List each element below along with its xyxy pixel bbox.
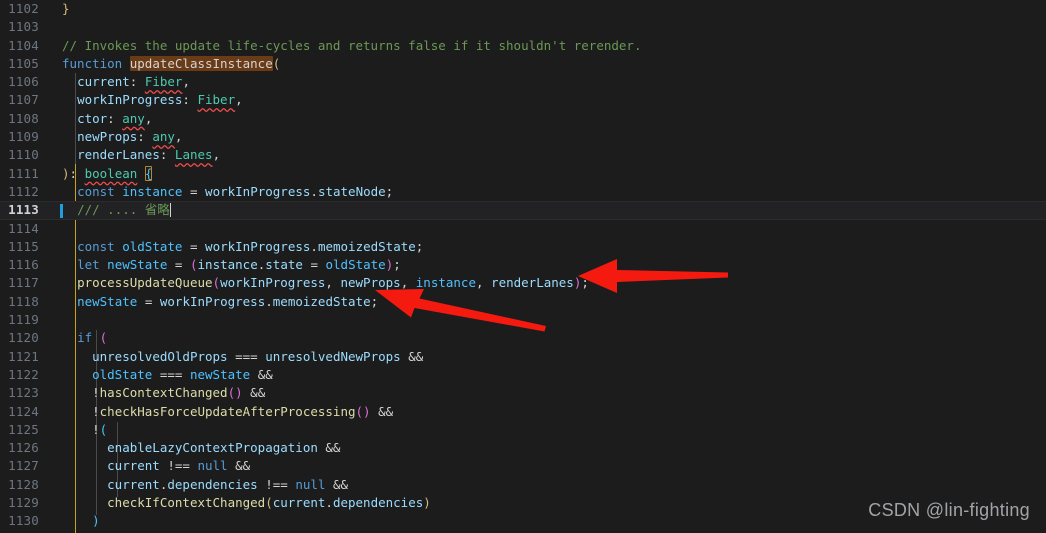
text-cursor	[169, 203, 172, 218]
line-content[interactable]: if (	[48, 329, 1046, 347]
code-line-1127[interactable]: 1127 current !== null &&	[0, 457, 1046, 475]
bracket-match: {	[144, 165, 153, 181]
line-content[interactable]: unresolvedOldProps === unresolvedNewProp…	[48, 348, 1046, 366]
code-line-1102[interactable]: 1102 }	[0, 0, 1046, 18]
code-line-1120[interactable]: 1120 if (	[0, 329, 1046, 347]
code-line-1111[interactable]: 1111 ): boolean {	[0, 165, 1046, 183]
line-content[interactable]: newState = workInProgress.memoizedState;	[48, 293, 1046, 311]
code-line-1106[interactable]: 1106 current: Fiber,	[0, 73, 1046, 91]
line-number: 1121	[8, 348, 39, 364]
line-number: 1114	[8, 220, 39, 236]
line-number: 1102	[8, 1, 39, 16]
line-content[interactable]: function updateClassInstance(	[48, 55, 1046, 73]
line-content[interactable]: const instance = workInProgress.stateNod…	[48, 183, 1046, 201]
code-line-1126[interactable]: 1126 enableLazyContextPropagation &&	[0, 439, 1046, 457]
code-line-1117[interactable]: 1117 processUpdateQueue(workInProgress, …	[0, 274, 1046, 292]
line-content[interactable]: workInProgress: Fiber,	[48, 91, 1046, 109]
line-number: 1117	[8, 275, 39, 291]
code-line-1113[interactable]: 1113 /// .... 省略	[0, 201, 1046, 220]
line-number: 1118	[8, 293, 39, 309]
code-line-1122[interactable]: 1122 oldState === newState &&	[0, 366, 1046, 384]
line-content[interactable]: oldState === newState &&	[48, 366, 1046, 384]
line-content[interactable]: current !== null &&	[48, 457, 1046, 475]
code-line-1107[interactable]: 1107 workInProgress: Fiber,	[0, 91, 1046, 109]
line-number: 1130	[8, 513, 39, 529]
line-content[interactable]: ): boolean {	[48, 165, 1046, 183]
line-content[interactable]: !hasContextChanged() &&	[48, 384, 1046, 402]
line-content[interactable]: // Invokes the update life-cycles and re…	[48, 37, 1046, 55]
line-number: 1129	[8, 495, 39, 511]
line-number: 1109	[8, 129, 39, 145]
line-number: 1107	[8, 92, 39, 108]
line-content[interactable]: processUpdateQueue(workInProgress, newPr…	[48, 274, 1046, 292]
line-number: 1111	[8, 165, 39, 181]
line-number: 1108	[8, 110, 39, 126]
line-number: 1115	[8, 238, 39, 254]
code-line-1104[interactable]: 1104 // Invokes the update life-cycles a…	[0, 37, 1046, 55]
highlighted-symbol[interactable]: updateClassInstance	[129, 55, 273, 71]
code-line-1116[interactable]: 1116 let newState = (instance.state = ol…	[0, 256, 1046, 274]
line-content[interactable]: }	[48, 0, 1046, 18]
code-line-1105[interactable]: 1105 function updateClassInstance(	[0, 55, 1046, 73]
line-number: 1124	[8, 403, 39, 419]
line-number: 1103	[8, 19, 39, 35]
code-line-1115[interactable]: 1115 const oldState = workInProgress.mem…	[0, 238, 1046, 256]
code-editor[interactable]: 1102 } 1103 1104 // Invokes the update l…	[0, 0, 1046, 533]
line-number: 1110	[8, 147, 39, 163]
code-line-1110[interactable]: 1110 renderLanes: Lanes,	[0, 146, 1046, 164]
watermark: CSDN @lin-fighting	[868, 500, 1030, 520]
line-number: 1105	[8, 55, 39, 71]
code-line-1112[interactable]: 1112 const instance = workInProgress.sta…	[0, 183, 1046, 201]
line-number: 1126	[8, 440, 39, 456]
code-line-1109[interactable]: 1109 newProps: any,	[0, 128, 1046, 146]
line-number: 1106	[8, 74, 39, 90]
line-content[interactable]: let newState = (instance.state = oldStat…	[48, 256, 1046, 274]
line-content[interactable]: !(	[48, 421, 1046, 439]
line-number: 1128	[8, 476, 39, 492]
line-number: 1104	[8, 37, 39, 53]
line-content[interactable]: !checkHasForceUpdateAfterProcessing() &&	[48, 403, 1046, 421]
screenshot-root: 1102 } 1103 1104 // Invokes the update l…	[0, 0, 1046, 533]
line-number: 1122	[8, 366, 39, 382]
line-number: 1123	[8, 385, 39, 401]
line-content[interactable]: current: Fiber,	[48, 73, 1046, 91]
line-content[interactable]: const oldState = workInProgress.memoized…	[48, 238, 1046, 256]
line-number: 1116	[8, 257, 39, 273]
code-line-1125[interactable]: 1125 !(	[0, 421, 1046, 439]
code-line-1124[interactable]: 1124 !checkHasForceUpdateAfterProcessing…	[0, 403, 1046, 421]
line-content[interactable]: renderLanes: Lanes,	[48, 146, 1046, 164]
code-line-1119[interactable]: 1119	[0, 311, 1046, 329]
code-line-1118[interactable]: 1118 newState = workInProgress.memoizedS…	[0, 293, 1046, 311]
code-line-1128[interactable]: 1128 current.dependencies !== null &&	[0, 476, 1046, 494]
line-number: 1112	[8, 183, 39, 199]
code-line-1123[interactable]: 1123 !hasContextChanged() &&	[0, 384, 1046, 402]
line-content[interactable]: current.dependencies !== null &&	[48, 476, 1046, 494]
line-number: 1113	[8, 202, 39, 218]
code-line-1121[interactable]: 1121 unresolvedOldProps === unresolvedNe…	[0, 348, 1046, 366]
code-line-1108[interactable]: 1108 ctor: any,	[0, 110, 1046, 128]
line-number: 1119	[8, 312, 39, 328]
code-line-1114[interactable]: 1114	[0, 220, 1046, 238]
code-line-1103[interactable]: 1103	[0, 18, 1046, 36]
line-number: 1125	[8, 421, 39, 437]
line-content[interactable]: enableLazyContextPropagation &&	[48, 439, 1046, 457]
line-content[interactable]: ctor: any,	[48, 110, 1046, 128]
line-number: 1127	[8, 458, 39, 474]
line-content[interactable]: /// .... 省略	[48, 201, 1046, 219]
line-content[interactable]: newProps: any,	[48, 128, 1046, 146]
line-number: 1120	[8, 330, 39, 346]
